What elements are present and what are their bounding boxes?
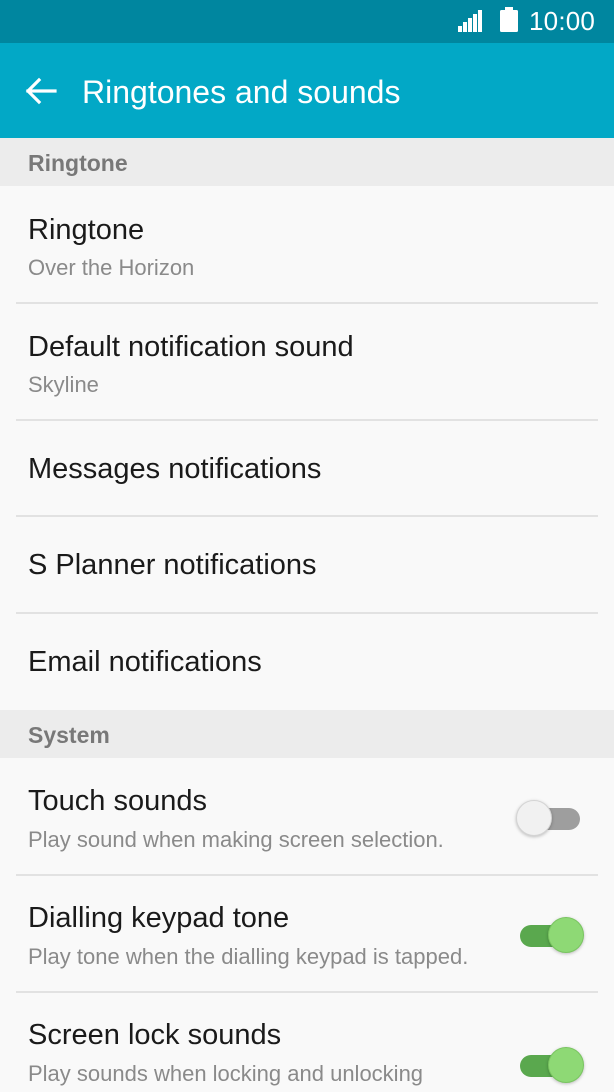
section-header-system: System (0, 710, 614, 758)
app-bar: Ringtones and sounds (0, 43, 614, 138)
item-subtitle: Skyline (28, 372, 99, 397)
list-item-dialling-keypad-tone[interactable]: Dialling keypad tone Play tone when the … (0, 876, 614, 992)
item-title: Messages notifications (28, 453, 322, 485)
section-header-ringtone: Ringtone (0, 138, 614, 186)
list-item-s-planner-notifications[interactable]: S Planner notifications (0, 517, 614, 612)
item-subtitle: Play tone when the dialling keypad is ta… (28, 944, 469, 969)
item-title: Ringtone (28, 214, 145, 246)
section-header-label: System (28, 722, 110, 748)
item-title: Default notification sound (28, 331, 354, 363)
list-item-screen-lock-sounds[interactable]: Screen lock sounds Play sounds when lock… (0, 993, 614, 1092)
item-title: Screen lock sounds (28, 1019, 282, 1051)
item-title: Email notifications (28, 646, 262, 678)
toggle-thumb (548, 917, 584, 953)
section-header-label: Ringtone (28, 150, 128, 176)
status-bar: 10:00 (0, 0, 614, 43)
toggle-thumb (548, 1047, 584, 1083)
item-subtitle: Play sounds when locking and unlocking (28, 1061, 424, 1086)
dialling-keypad-tone-toggle[interactable] (516, 915, 584, 955)
touch-sounds-toggle[interactable] (516, 798, 584, 838)
toggle-thumb (516, 800, 552, 836)
list-item-default-notification-sound[interactable]: Default notification sound Skyline (0, 304, 614, 420)
item-title: S Planner notifications (28, 549, 317, 581)
screen-lock-sounds-toggle[interactable] (516, 1045, 584, 1085)
back-arrow-icon[interactable] (24, 76, 58, 106)
list-item-ringtone[interactable]: Ringtone Over the Horizon (0, 186, 614, 303)
item-title: Dialling keypad tone (28, 902, 290, 934)
item-subtitle: Play sound when making screen selection. (28, 827, 444, 852)
item-subtitle: Over the Horizon (28, 255, 195, 280)
signal-strength-icon (458, 10, 482, 32)
item-title: Touch sounds (28, 785, 207, 817)
status-time: 10:00 (529, 6, 596, 36)
list-item-email-notifications[interactable]: Email notifications (0, 614, 614, 710)
list-item-messages-notifications[interactable]: Messages notifications (0, 421, 614, 516)
battery-full-icon (500, 7, 518, 32)
page-title: Ringtones and sounds (82, 74, 401, 110)
list-item-touch-sounds[interactable]: Touch sounds Play sound when making scre… (0, 758, 614, 874)
